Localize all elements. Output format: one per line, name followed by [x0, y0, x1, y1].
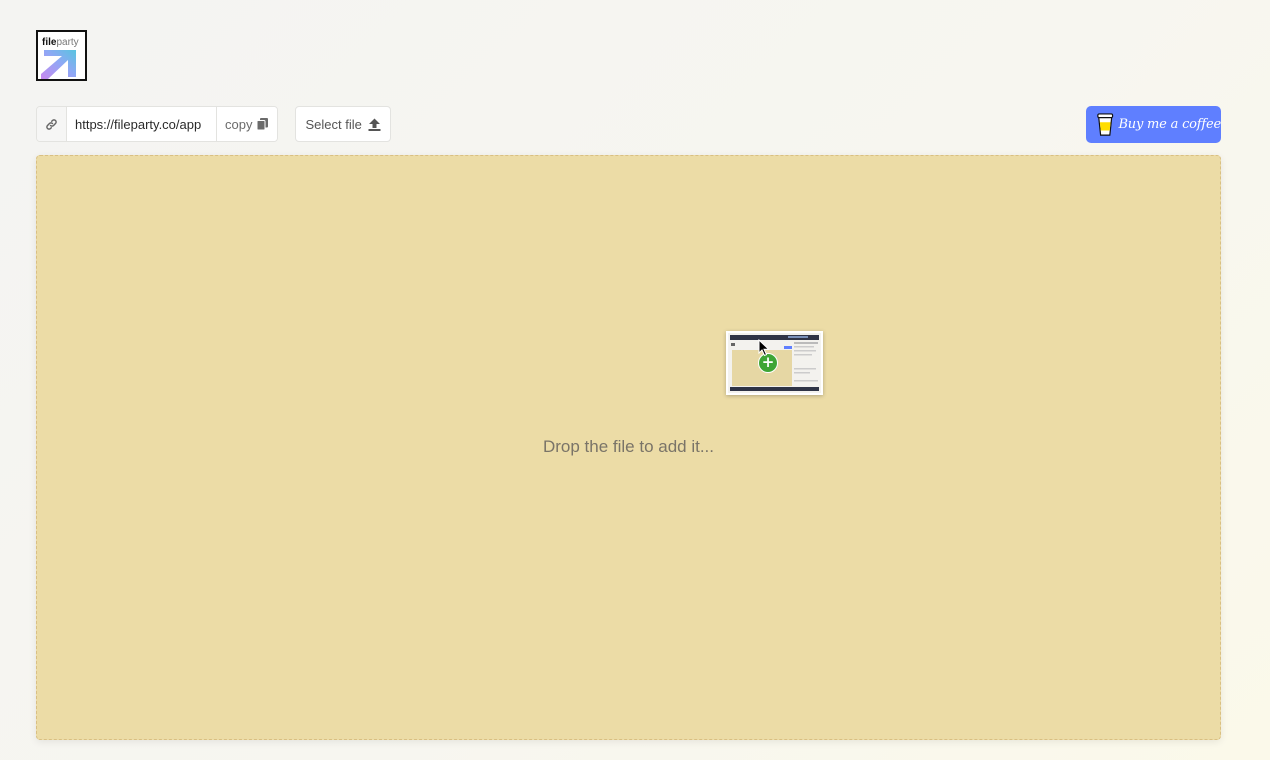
- logo-text-party: party: [56, 37, 79, 48]
- coffee-cup-icon: [1097, 112, 1114, 136]
- dropzone-message: Drop the file to add it...: [542, 437, 715, 456]
- select-file-label: Select file: [305, 116, 362, 132]
- logo-wordmark: fileparty: [42, 37, 79, 48]
- app-logo[interactable]: fileparty: [36, 30, 87, 81]
- copy-icon: [257, 118, 269, 130]
- logo-text-file: file: [42, 37, 57, 48]
- copy-button[interactable]: copy: [216, 107, 278, 141]
- share-url-group: copy: [36, 106, 279, 142]
- mouse-cursor-icon: [758, 339, 770, 357]
- select-file-button[interactable]: Select file: [295, 106, 391, 142]
- file-dropzone[interactable]: Drop the file to add it...: [36, 155, 1221, 740]
- copy-button-label: copy: [225, 116, 253, 132]
- logo-arrow-icon: [41, 50, 76, 79]
- buy-me-a-coffee-button[interactable]: Buy me a coffee: [1086, 106, 1221, 143]
- link-icon: [37, 107, 67, 141]
- upload-icon: [368, 118, 381, 131]
- share-url-input[interactable]: [67, 107, 216, 141]
- coffee-button-label: Buy me a coffee: [1118, 117, 1221, 132]
- toolbar: copy Select file: [36, 106, 391, 142]
